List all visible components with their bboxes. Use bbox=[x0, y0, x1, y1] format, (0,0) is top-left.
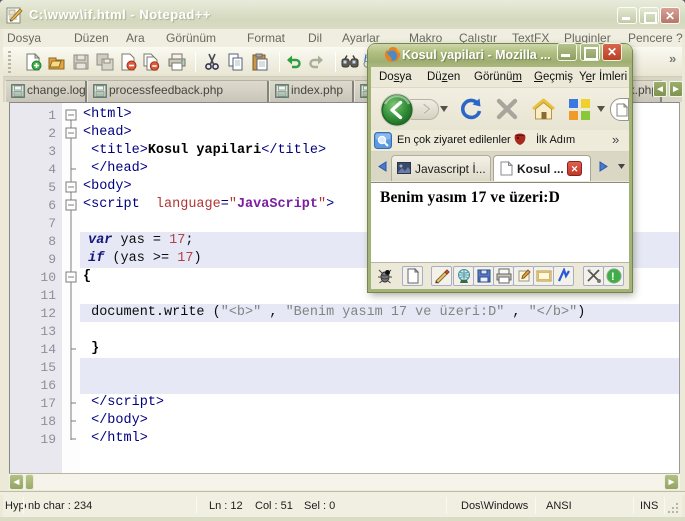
svg-text:!: ! bbox=[611, 271, 615, 283]
